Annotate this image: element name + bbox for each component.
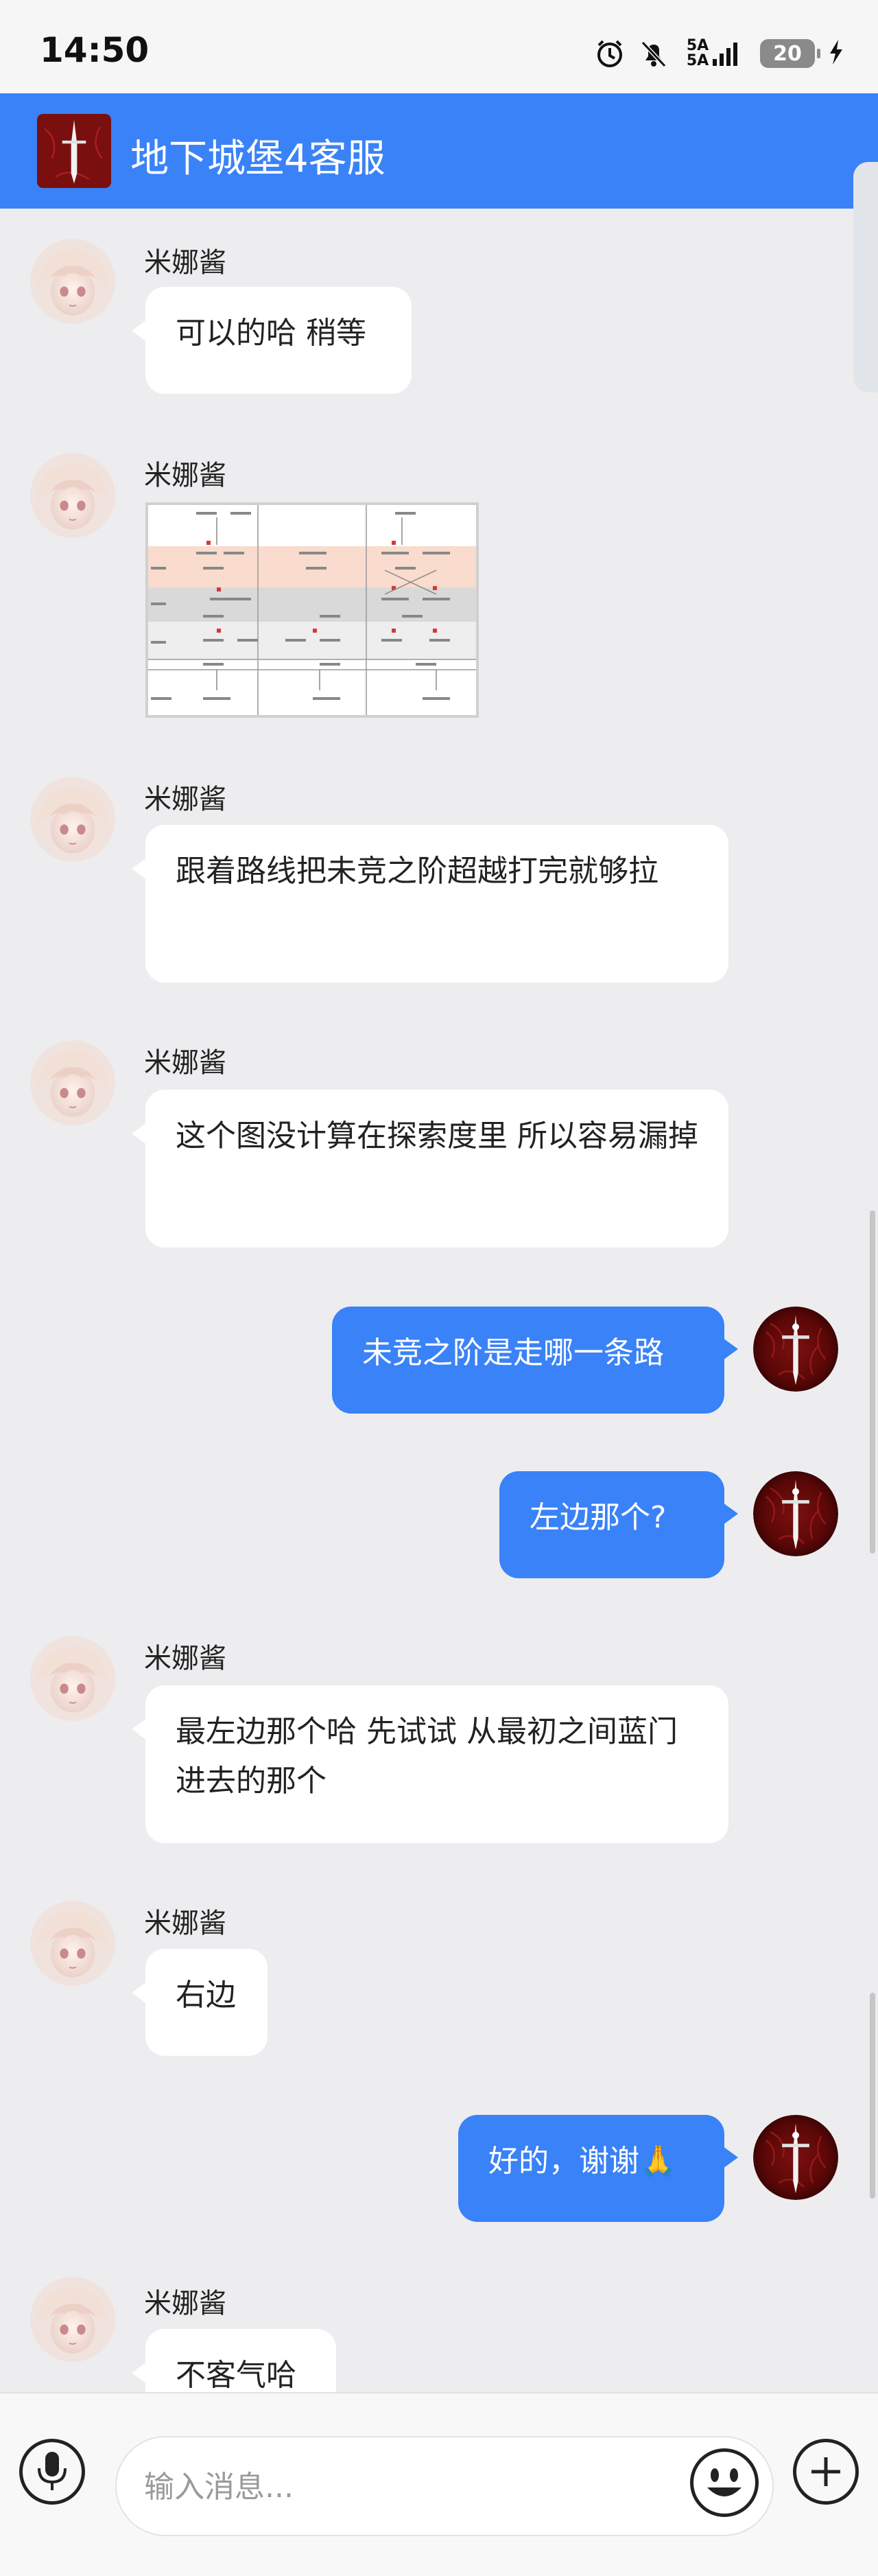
message-text: 右边 bbox=[176, 1978, 236, 2013]
message-bubble[interactable]: 好的，谢谢🙏 bbox=[458, 2115, 738, 2222]
message-input-field[interactable] bbox=[115, 2436, 774, 2536]
message-bubble[interactable]: 这个图没计算在探索度里 所以容易漏掉 bbox=[132, 1090, 728, 1248]
network-type-1: 5A bbox=[686, 37, 709, 54]
side-pull-tab[interactable] bbox=[853, 162, 878, 393]
status-bar: 14:50 5A 5A 20 bbox=[0, 0, 878, 93]
sender-name: 米娜酱 bbox=[144, 1643, 226, 1674]
sender-name: 米娜酱 bbox=[144, 1908, 226, 1939]
avatar[interactable] bbox=[753, 1307, 838, 1392]
network-type-2: 5A bbox=[686, 52, 709, 69]
plus-icon bbox=[811, 2457, 840, 2486]
sender-name: 米娜酱 bbox=[144, 1047, 226, 1079]
route-map-image bbox=[148, 505, 476, 715]
message-text: 不客气哈 bbox=[176, 2358, 296, 2393]
chat-header: 地下城堡4客服 bbox=[0, 93, 878, 209]
avatar[interactable] bbox=[30, 453, 115, 538]
message-bubble[interactable]: 未竞之阶是走哪一条路 bbox=[332, 1307, 738, 1414]
scrollbar-thumb[interactable] bbox=[870, 1210, 875, 1554]
message-bubble[interactable]: 最左边那个哈 先试试 从最初之间蓝门进去的那个 bbox=[132, 1685, 728, 1843]
alarm-icon bbox=[594, 38, 626, 69]
signal-bars-icon bbox=[713, 43, 738, 66]
chat-title: 地下城堡4客服 bbox=[130, 137, 385, 181]
message-text: 好的，谢谢🙏 bbox=[488, 2144, 677, 2179]
message-bubble[interactable]: 左边那个? bbox=[499, 1471, 738, 1578]
smiley-icon bbox=[707, 2468, 741, 2496]
sender-name: 米娜酱 bbox=[144, 460, 226, 491]
plus-button[interactable] bbox=[793, 2439, 859, 2505]
message-text: 最左边那个哈 先试试 从最初之间蓝门进去的那个 bbox=[176, 1714, 678, 1799]
message-text: 跟着路线把未竞之阶超越打完就够拉 bbox=[176, 854, 658, 889]
status-icons: 5A 5A 20 bbox=[594, 33, 845, 74]
sender-name: 米娜酱 bbox=[144, 247, 226, 279]
image-message[interactable] bbox=[145, 502, 479, 718]
message-bubble[interactable]: 可以的哈 稍等 bbox=[132, 287, 412, 394]
input-bar bbox=[0, 2392, 878, 2576]
signal-indicator: 5A 5A bbox=[682, 38, 748, 69]
avatar[interactable] bbox=[30, 1901, 115, 1986]
message-bubble[interactable]: 右边 bbox=[132, 1949, 268, 2056]
avatar[interactable] bbox=[30, 1040, 115, 1125]
message-text: 未竞之阶是走哪一条路 bbox=[362, 1335, 664, 1370]
battery-indicator: 20 bbox=[760, 39, 820, 68]
clock: 14:50 bbox=[40, 30, 150, 70]
message-text: 左边那个? bbox=[530, 1500, 667, 1535]
microphone-icon bbox=[38, 2452, 67, 2490]
bell-off-icon bbox=[638, 38, 669, 69]
lightning-icon bbox=[827, 38, 845, 69]
sender-name: 米娜酱 bbox=[144, 784, 226, 815]
avatar[interactable] bbox=[30, 777, 115, 862]
message-text: 这个图没计算在探索度里 所以容易漏掉 bbox=[176, 1119, 698, 1154]
message-input[interactable] bbox=[143, 2462, 626, 2511]
game-logo bbox=[37, 114, 111, 188]
microphone-button[interactable] bbox=[19, 2439, 85, 2505]
avatar[interactable] bbox=[30, 1636, 115, 1721]
message-text: 可以的哈 稍等 bbox=[176, 316, 366, 351]
battery-level: 20 bbox=[773, 41, 802, 66]
avatar[interactable] bbox=[753, 1471, 838, 1556]
message-bubble[interactable]: 跟着路线把未竞之阶超越打完就够拉 bbox=[132, 825, 728, 983]
avatar[interactable] bbox=[30, 239, 115, 324]
sender-name: 米娜酱 bbox=[144, 2288, 226, 2319]
avatar[interactable] bbox=[753, 2115, 838, 2200]
emoji-button[interactable] bbox=[690, 2448, 759, 2517]
avatar[interactable] bbox=[30, 2277, 115, 2362]
scrollbar-thumb[interactable] bbox=[870, 1993, 875, 2199]
